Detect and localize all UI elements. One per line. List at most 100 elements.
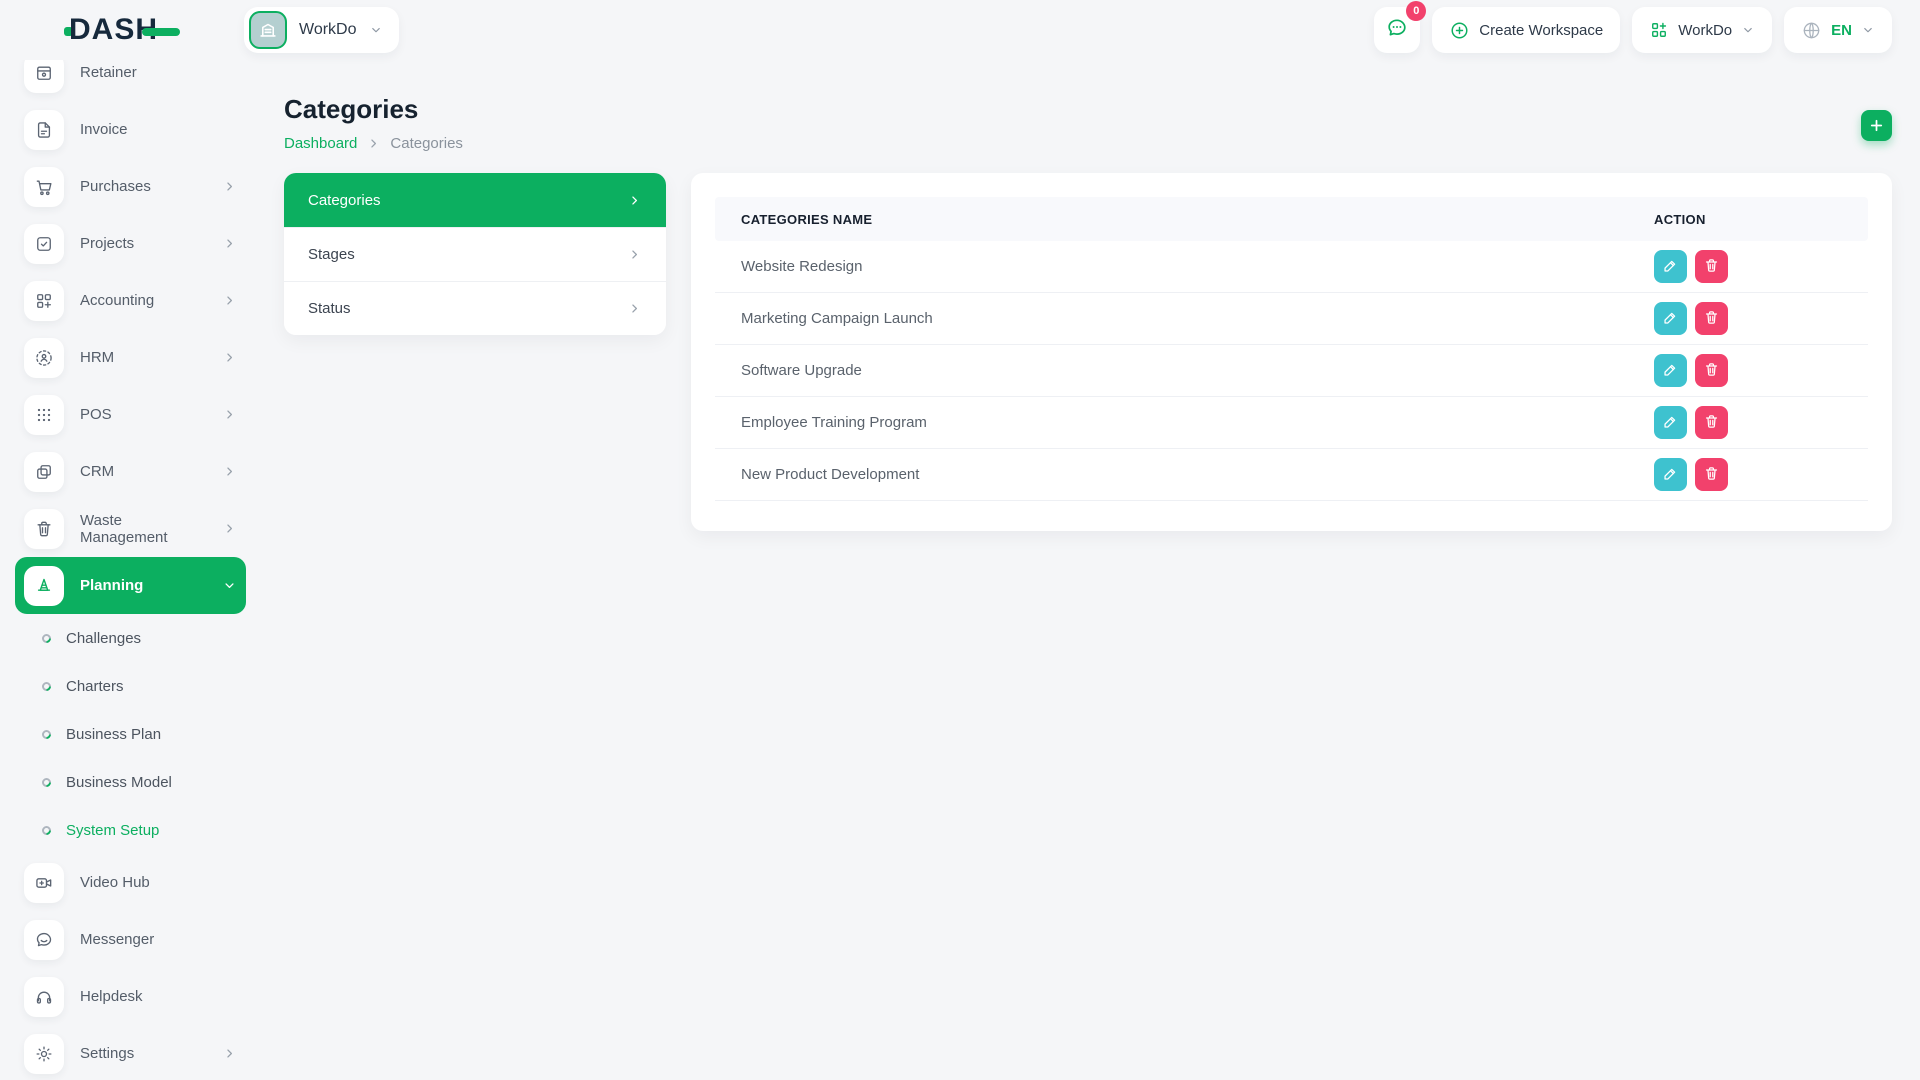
chevron-right-icon [627, 301, 642, 316]
chevron-down-icon [222, 578, 237, 593]
sidebar-item-video-hub[interactable]: Video Hub [15, 854, 246, 911]
sidebar-subitem-label: Charters [66, 678, 124, 695]
setup-tab-label: Categories [308, 192, 381, 209]
create-workspace-label: Create Workspace [1479, 22, 1603, 39]
pencil-icon [1662, 465, 1679, 485]
trash-icon [1703, 309, 1720, 329]
pencil-icon [1662, 413, 1679, 433]
sidebar-item-label: Retainer [80, 64, 137, 81]
sidebar: Retainer InvoicePurchases Projects Accounti… [0, 60, 260, 1080]
sidebar-item-label: CRM [80, 463, 114, 480]
sidebar-item-label: HRM [80, 349, 114, 366]
delete-button[interactable] [1695, 458, 1728, 491]
delete-button[interactable] [1695, 250, 1728, 283]
pencil-icon [1662, 257, 1679, 277]
sidebar-subitem-system-setup[interactable]: System Setup [0, 806, 260, 854]
sidebar-item-label: Settings [80, 1045, 134, 1062]
table-row: New Product Development [715, 449, 1868, 501]
sidebar-item-label: Helpdesk [80, 988, 143, 1005]
delete-button[interactable] [1695, 354, 1728, 387]
sidebar-subitem-challenges[interactable]: Challenges [0, 614, 260, 662]
delete-button[interactable] [1695, 302, 1728, 335]
sidebar-subitem-charters[interactable]: Charters [0, 662, 260, 710]
sidebar-item-label: Projects [80, 235, 134, 252]
delete-button[interactable] [1695, 406, 1728, 439]
workspace-menu-button[interactable]: WorkDo [1632, 7, 1772, 53]
retainer-icon [24, 60, 64, 93]
bullet-icon [40, 680, 53, 693]
sidebar-item-purchases[interactable]: Purchases [15, 158, 246, 215]
sidebar-item-invoice[interactable]: Invoice [15, 101, 246, 158]
sidebar-item-waste-management[interactable]: Waste Management [15, 500, 246, 557]
chevron-right-icon [222, 464, 237, 479]
chevron-down-icon [1741, 23, 1755, 37]
sidebar-item-projects[interactable]: Projects [15, 215, 246, 272]
sidebar-item-label: Video Hub [80, 874, 150, 891]
edit-button[interactable] [1654, 406, 1687, 439]
sidebar-subitem-label: Business Model [66, 774, 172, 791]
category-name: New Product Development [741, 466, 1654, 483]
purchases-icon [24, 167, 64, 207]
pencil-icon [1662, 361, 1679, 381]
category-name: Software Upgrade [741, 362, 1654, 379]
edit-button[interactable] [1654, 354, 1687, 387]
sidebar-item-hrm[interactable]: HRM [15, 329, 246, 386]
chevron-right-icon [222, 293, 237, 308]
top-header: DASH WorkDo 0 Create Workspace WorkDo EN [0, 0, 1920, 60]
chevron-right-icon [366, 136, 381, 151]
sidebar-subitem-label: Challenges [66, 630, 141, 647]
messages-button[interactable]: 0 [1374, 7, 1420, 53]
category-name: Marketing Campaign Launch [741, 310, 1654, 327]
bullet-icon [40, 632, 53, 645]
table-row: Employee Training Program [715, 397, 1868, 449]
setup-tab-label: Status [308, 300, 351, 317]
sidebar-item-planning[interactable]: Planning [15, 557, 246, 614]
setup-tab-stages[interactable]: Stages [284, 227, 666, 281]
sidebar-item-label: Waste Management [80, 512, 206, 546]
sidebar-subitem-business-plan[interactable]: Business Plan [0, 710, 260, 758]
sidebar-item-messenger[interactable]: Messenger [15, 911, 246, 968]
chevron-right-icon [222, 1046, 237, 1061]
trash-icon [1703, 361, 1720, 381]
edit-button[interactable] [1654, 302, 1687, 335]
create-workspace-button[interactable]: Create Workspace [1432, 7, 1620, 53]
table-row: Website Redesign [715, 241, 1868, 293]
globe-icon [1801, 20, 1822, 41]
categories-table-card: CATEGORIES NAME ACTION Website Redesign M… [691, 173, 1892, 531]
sidebar-item-label: Messenger [80, 931, 154, 948]
language-code: EN [1831, 22, 1852, 39]
column-header-action: ACTION [1654, 212, 1842, 227]
pencil-icon [1662, 309, 1679, 329]
sidebar-subitem-business-model[interactable]: Business Model [0, 758, 260, 806]
messages-badge: 0 [1406, 1, 1426, 21]
sidebar-item-settings[interactable]: Settings [15, 1025, 246, 1080]
workspace-menu-label: WorkDo [1678, 22, 1732, 39]
sidebar-item-crm[interactable]: CRM [15, 443, 246, 500]
setup-tab-categories[interactable]: Categories [284, 173, 666, 227]
breadcrumb-dashboard-link[interactable]: Dashboard [284, 135, 357, 152]
chat-icon [1385, 16, 1409, 45]
category-name: Website Redesign [741, 258, 1654, 275]
sidebar-item-retainer[interactable]: Retainer [15, 60, 246, 101]
chevron-right-icon [627, 247, 642, 262]
column-header-categories-name: CATEGORIES NAME [741, 212, 1654, 227]
table-row: Software Upgrade [715, 345, 1868, 397]
sidebar-item-helpdesk[interactable]: Helpdesk [15, 968, 246, 1025]
setup-tab-status[interactable]: Status [284, 281, 666, 335]
breadcrumb: Dashboard Categories [284, 135, 463, 152]
grid-plus-icon [1649, 20, 1669, 40]
chevron-right-icon [222, 236, 237, 251]
logo-bar [142, 28, 180, 36]
edit-button[interactable] [1654, 250, 1687, 283]
building-icon [249, 11, 287, 49]
bullet-icon [40, 728, 53, 741]
invoice-icon [24, 110, 64, 150]
sidebar-item-pos[interactable]: POS [15, 386, 246, 443]
sidebar-item-accounting[interactable]: Accounting [15, 272, 246, 329]
add-category-button[interactable] [1861, 110, 1892, 141]
workspace-switcher[interactable]: WorkDo [244, 7, 399, 53]
projects-icon [24, 224, 64, 264]
language-selector[interactable]: EN [1784, 7, 1892, 53]
bullet-icon [40, 776, 53, 789]
edit-button[interactable] [1654, 458, 1687, 491]
